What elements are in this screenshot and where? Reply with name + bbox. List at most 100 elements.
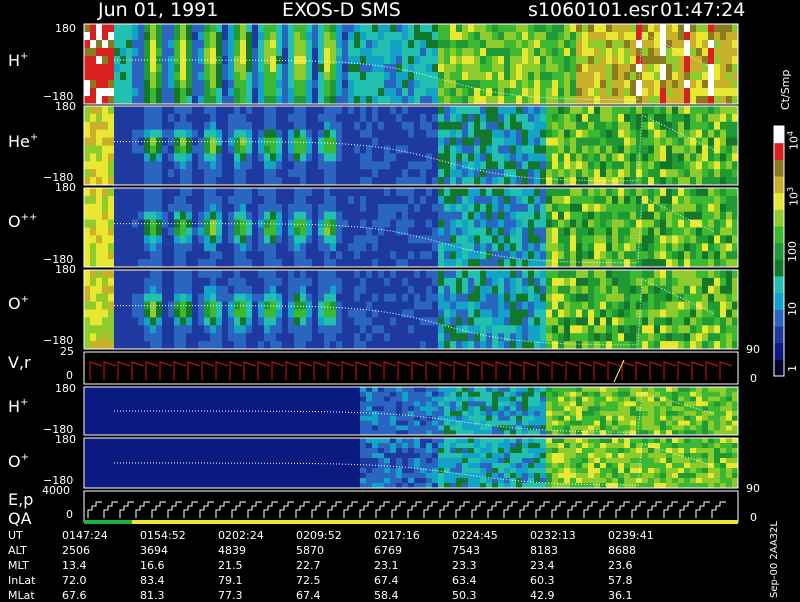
heatmap-cell [672, 285, 679, 295]
heatmap-cell [150, 195, 157, 205]
heatmap-cell [444, 293, 451, 303]
heatmap-cell [672, 333, 679, 342]
heatmap-cell [288, 48, 295, 57]
heatmap-cell [396, 420, 403, 426]
heatmap-cell [372, 161, 379, 170]
heatmap-cell [132, 277, 139, 287]
heatmap-cell [594, 317, 601, 326]
heatmap-cell [378, 420, 385, 426]
heatmap-cell [204, 425, 211, 431]
heatmap-cell [180, 113, 187, 123]
heatmap-cell [690, 270, 697, 279]
heatmap-cell [696, 72, 703, 81]
heatmap-cell [192, 333, 199, 342]
heatmap-cell [528, 64, 535, 73]
heatmap-cell [186, 24, 193, 33]
heatmap-cell [156, 401, 163, 407]
heatmap-cell [120, 169, 127, 178]
heatmap-cell [366, 219, 373, 228]
heatmap-cell [294, 121, 301, 131]
heatmap-cell [714, 277, 721, 287]
heatmap-cell [522, 341, 529, 350]
heatmap-cell [648, 137, 655, 146]
heatmap-cell [654, 129, 661, 139]
heatmap-cell [438, 161, 445, 170]
heatmap-cell [180, 270, 187, 279]
heatmap-cell [384, 259, 391, 268]
heatmap-cell [372, 169, 379, 178]
heatmap-cell [720, 96, 727, 105]
heatmap-cell [498, 317, 505, 326]
heatmap-cell [300, 277, 307, 287]
heatmap-cell [648, 235, 655, 244]
heatmap-cell [180, 401, 187, 407]
heatmap-cell [84, 195, 91, 205]
heatmap-cell [276, 72, 283, 81]
heatmap-cell [420, 325, 427, 334]
heatmap-cell [90, 56, 97, 65]
heatmap-cell [264, 317, 271, 326]
heatmap-cell [408, 169, 415, 178]
heatmap-cell [636, 251, 643, 260]
heatmap-cell [384, 415, 391, 422]
heatmap-cell [300, 153, 307, 162]
heatmap-cell [480, 227, 487, 236]
heatmap-cell [720, 243, 727, 252]
heatmap-cell [108, 106, 115, 115]
heatmap-cell [306, 153, 313, 162]
heatmap-cell [84, 333, 91, 342]
heatmap-cell [240, 293, 247, 303]
heatmap-cell [564, 277, 571, 287]
heatmap-cell [618, 72, 625, 81]
heatmap-cell [696, 153, 703, 162]
heatmap-cell [378, 415, 385, 422]
heatmap-cell [348, 317, 355, 326]
heatmap-cell [336, 32, 343, 41]
heatmap-cell [252, 106, 259, 115]
heatmap-cell [294, 401, 301, 407]
heatmap-cell [438, 259, 445, 268]
heatmap-cell [606, 56, 613, 65]
heatmap-cell [564, 259, 571, 268]
heatmap-cell [114, 425, 121, 431]
heatmap-cell [438, 96, 445, 105]
heatmap-cell [204, 72, 211, 81]
heatmap-cell [486, 169, 493, 178]
heatmap-cell [264, 293, 271, 303]
heatmap-cell [102, 235, 109, 244]
heatmap-cell [246, 396, 253, 402]
heatmap-cell [192, 88, 199, 97]
heatmap-cell [432, 24, 439, 33]
heatmap-cell [726, 277, 733, 287]
heatmap-cell [102, 301, 109, 310]
heatmap-cell [630, 153, 637, 162]
heatmap-cell [468, 333, 475, 342]
heatmap-cell [462, 48, 469, 57]
heatmap-cell [222, 177, 229, 186]
heatmap-cell [546, 325, 553, 334]
heatmap-cell [600, 285, 607, 295]
heatmap-cell [576, 153, 583, 162]
heatmap-cell [498, 235, 505, 244]
heatmap-cell [708, 32, 715, 41]
heatmap-cell [312, 56, 319, 65]
heatmap-cell [294, 64, 301, 73]
heatmap-cell [666, 285, 673, 295]
heatmap-cell [426, 406, 433, 412]
heatmap-cell [264, 153, 271, 162]
heatmap-cell [318, 203, 325, 213]
heatmap-cell [360, 188, 367, 197]
heatmap-cell [678, 56, 685, 65]
heatmap-cell [438, 121, 445, 131]
heatmap-cell [330, 420, 337, 426]
heatmap-cell [396, 270, 403, 279]
heatmap-cell [588, 309, 595, 318]
heatmap-cell [486, 251, 493, 260]
heatmap-cell [678, 113, 685, 123]
heatmap-cell [516, 259, 523, 268]
heatmap-cell [696, 121, 703, 131]
heatmap-cell [504, 235, 511, 244]
heatmap-cell [606, 251, 613, 260]
heatmap-cell [546, 161, 553, 170]
heatmap-cell [348, 169, 355, 178]
